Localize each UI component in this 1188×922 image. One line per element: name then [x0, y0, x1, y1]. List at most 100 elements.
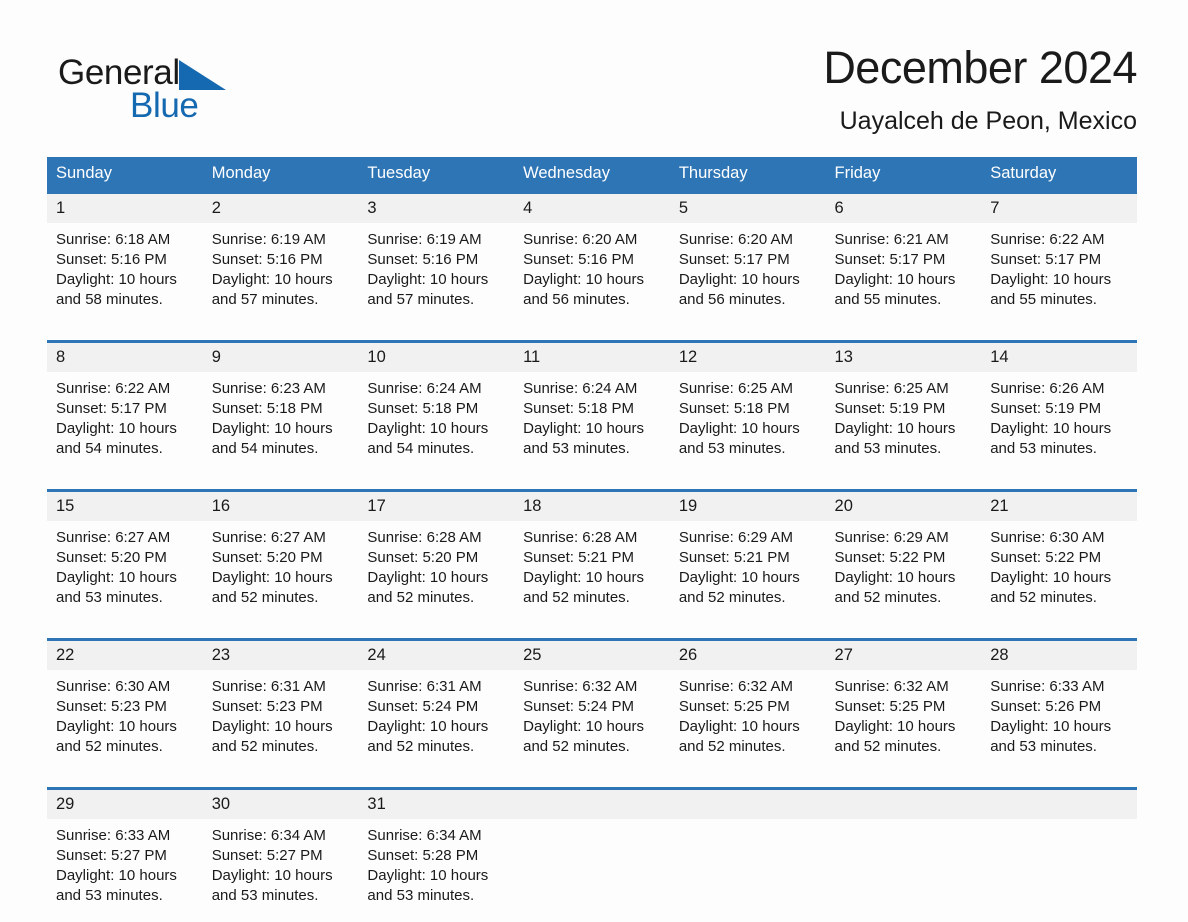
day-22-daylight1: Daylight: 10 hours	[56, 718, 177, 735]
day-cell-19[interactable]: Sunrise: 6:29 AM Sunset: 5:21 PM Daylight:…	[669, 521, 826, 624]
day-number-11[interactable]: 11	[514, 343, 670, 372]
day-cell-25[interactable]: Sunrise: 6:32 AM Sunset: 5:24 PM Daylight:…	[514, 670, 670, 773]
day-number-28[interactable]: 28	[981, 641, 1137, 670]
page-title: December 2024	[823, 42, 1137, 93]
day-15-sunset: Sunset: 5:20 PM	[56, 549, 167, 566]
day-7-sunset: Sunset: 5:17 PM	[990, 251, 1102, 268]
day-cell-8[interactable]: Sunrise: 6:22 AM Sunset: 5:17 PM Daylight:…	[47, 372, 203, 475]
day-number-row: 1234567	[47, 194, 1137, 223]
day-cell-30[interactable]: Sunrise: 6:34 AM Sunset: 5:27 PM Daylight:…	[202, 819, 359, 922]
day-number-25[interactable]: 25	[514, 641, 670, 670]
day-number-22[interactable]: 22	[47, 641, 203, 670]
day-22-sunset: Sunset: 5:23 PM	[56, 698, 167, 715]
day-8-daylight2: and 54 minutes.	[56, 440, 163, 457]
day-cell-29[interactable]: Sunrise: 6:33 AM Sunset: 5:27 PM Daylight:…	[47, 819, 203, 922]
day-12-daylight2: and 53 minutes.	[678, 440, 786, 457]
day-30-daylight1: Daylight: 10 hours	[211, 867, 333, 884]
day-number-13[interactable]: 13	[825, 343, 982, 372]
day-14-sunrise: Sunrise: 6:26 AM	[990, 380, 1105, 397]
day-number-empty	[825, 790, 982, 819]
day-number-20[interactable]: 20	[825, 492, 982, 521]
day-17-daylight2: and 52 minutes.	[367, 589, 475, 606]
day-number-19[interactable]: 19	[669, 492, 826, 521]
day-number-26[interactable]: 26	[669, 641, 826, 670]
day-23-daylight1: Daylight: 10 hours	[211, 718, 333, 735]
day-number-16[interactable]: 16	[202, 492, 359, 521]
day-cell-10[interactable]: Sunrise: 6:24 AM Sunset: 5:18 PM Daylight:…	[358, 372, 515, 475]
day-cell-28[interactable]: Sunrise: 6:33 AM Sunset: 5:26 PM Daylight:…	[981, 670, 1137, 773]
day-29-daylight1: Daylight: 10 hours	[56, 867, 177, 884]
day-cell-27[interactable]: Sunrise: 6:32 AM Sunset: 5:25 PM Daylight:…	[825, 670, 982, 773]
weekday-header-saturday: Saturday	[981, 157, 1137, 191]
day-cell-1[interactable]: Sunrise: 6:18 AM Sunset: 5:16 PM Daylight:…	[47, 223, 203, 326]
weekday-header-tuesday: Tuesday	[358, 157, 515, 191]
day-cell-12[interactable]: Sunrise: 6:25 AM Sunset: 5:18 PM Daylight:…	[669, 372, 826, 475]
day-cell-2[interactable]: Sunrise: 6:19 AM Sunset: 5:16 PM Daylight:…	[202, 223, 359, 326]
day-cell-18[interactable]: Sunrise: 6:28 AM Sunset: 5:21 PM Daylight:…	[514, 521, 670, 624]
day-number-24[interactable]: 24	[358, 641, 515, 670]
day-19-sunset: Sunset: 5:21 PM	[678, 549, 790, 566]
day-number-14[interactable]: 14	[981, 343, 1137, 372]
day-number-18[interactable]: 18	[514, 492, 670, 521]
day-19-daylight1: Daylight: 10 hours	[678, 569, 800, 586]
day-1-daylight1: Daylight: 10 hours	[56, 271, 177, 288]
day-cell-24[interactable]: Sunrise: 6:31 AM Sunset: 5:24 PM Daylight:…	[358, 670, 515, 773]
day-cell-16[interactable]: Sunrise: 6:27 AM Sunset: 5:20 PM Daylight:…	[202, 521, 359, 624]
day-cell-11[interactable]: Sunrise: 6:24 AM Sunset: 5:18 PM Daylight:…	[514, 372, 670, 475]
day-number-1[interactable]: 1	[47, 194, 203, 223]
week-gap-cell	[47, 326, 1137, 340]
day-cell-20[interactable]: Sunrise: 6:29 AM Sunset: 5:22 PM Daylight:…	[825, 521, 982, 624]
day-number-10[interactable]: 10	[358, 343, 515, 372]
day-cell-3[interactable]: Sunrise: 6:19 AM Sunset: 5:16 PM Daylight:…	[358, 223, 515, 326]
day-number-30[interactable]: 30	[202, 790, 359, 819]
day-cell-17[interactable]: Sunrise: 6:28 AM Sunset: 5:20 PM Daylight:…	[358, 521, 515, 624]
day-number-row: 15 16 17 18 19 20 21	[47, 492, 1137, 521]
day-18-sunrise: Sunrise: 6:28 AM	[523, 529, 638, 546]
day-cell-26[interactable]: Sunrise: 6:32 AM Sunset: 5:25 PM Daylight:…	[669, 670, 826, 773]
day-number-12[interactable]: 12	[669, 343, 826, 372]
day-number-3[interactable]: 3	[358, 194, 515, 223]
day-cell-5[interactable]: Sunrise: 6:20 AM Sunset: 5:17 PM Daylight:…	[669, 223, 826, 326]
day-number-2[interactable]: 2	[202, 194, 359, 223]
day-number-21[interactable]: 21	[981, 492, 1137, 521]
general-blue-logo[interactable]: General Blue	[58, 54, 318, 146]
day-cell-21[interactable]: Sunrise: 6:30 AM Sunset: 5:22 PM Daylight:…	[981, 521, 1137, 624]
day-9-daylight2: and 54 minutes.	[211, 440, 319, 457]
day-cell-13[interactable]: Sunrise: 6:25 AM Sunset: 5:19 PM Daylight:…	[825, 372, 982, 475]
day-number-15[interactable]: 15	[47, 492, 203, 521]
day-cell-31[interactable]: Sunrise: 6:34 AM Sunset: 5:28 PM Daylight:…	[358, 819, 515, 922]
week-gap	[47, 624, 1137, 638]
day-number-27[interactable]: 27	[825, 641, 982, 670]
day-24-daylight1: Daylight: 10 hours	[367, 718, 489, 735]
day-number-17[interactable]: 17	[358, 492, 515, 521]
day-cell-4[interactable]: Sunrise: 6:20 AM Sunset: 5:16 PM Daylight:…	[514, 223, 670, 326]
day-cell-9[interactable]: Sunrise: 6:23 AM Sunset: 5:18 PM Daylight:…	[202, 372, 359, 475]
day-number-5[interactable]: 5	[669, 194, 826, 223]
day-20-sunrise: Sunrise: 6:29 AM	[834, 529, 949, 546]
day-number-empty	[669, 790, 826, 819]
day-cell-14[interactable]: Sunrise: 6:26 AM Sunset: 5:19 PM Daylight:…	[981, 372, 1137, 475]
day-2-sunset: Sunset: 5:16 PM	[211, 251, 323, 268]
day-cell-6[interactable]: Sunrise: 6:21 AM Sunset: 5:17 PM Daylight:…	[825, 223, 982, 326]
day-number-8[interactable]: 8	[47, 343, 203, 372]
day-number-6[interactable]: 6	[825, 194, 982, 223]
day-21-sunset: Sunset: 5:22 PM	[990, 549, 1102, 566]
day-29-daylight2: and 53 minutes.	[56, 887, 163, 904]
day-30-daylight2: and 53 minutes.	[211, 887, 319, 904]
day-20-daylight1: Daylight: 10 hours	[834, 569, 956, 586]
day-number-9[interactable]: 9	[202, 343, 359, 372]
day-number-23[interactable]: 23	[202, 641, 359, 670]
day-number-4[interactable]: 4	[514, 194, 670, 223]
day-7-daylight2: and 55 minutes.	[990, 291, 1097, 308]
day-number-31[interactable]: 31	[358, 790, 515, 819]
day-cell-15[interactable]: Sunrise: 6:27 AM Sunset: 5:20 PM Daylight:…	[47, 521, 203, 624]
day-15-daylight1: Daylight: 10 hours	[56, 569, 177, 586]
day-number-7[interactable]: 7	[981, 194, 1137, 223]
calendar-header-row: Sunday Monday Tuesday Wednesday Thursday Frid…	[47, 157, 1137, 191]
day-cell-23[interactable]: Sunrise: 6:31 AM Sunset: 5:23 PM Daylight:…	[202, 670, 359, 773]
day-cell-7[interactable]: Sunrise: 6:22 AM Sunset: 5:17 PM Daylight:…	[981, 223, 1137, 326]
day-number-29[interactable]: 29	[47, 790, 203, 819]
day-1-sunset: Sunset: 5:16 PM	[56, 251, 167, 268]
day-cell-22[interactable]: Sunrise: 6:30 AM Sunset: 5:23 PM Daylight:…	[47, 670, 203, 773]
day-detail-row: Sunrise: 6:22 AM Sunset: 5:17 PM Daylight:…	[47, 372, 1137, 475]
